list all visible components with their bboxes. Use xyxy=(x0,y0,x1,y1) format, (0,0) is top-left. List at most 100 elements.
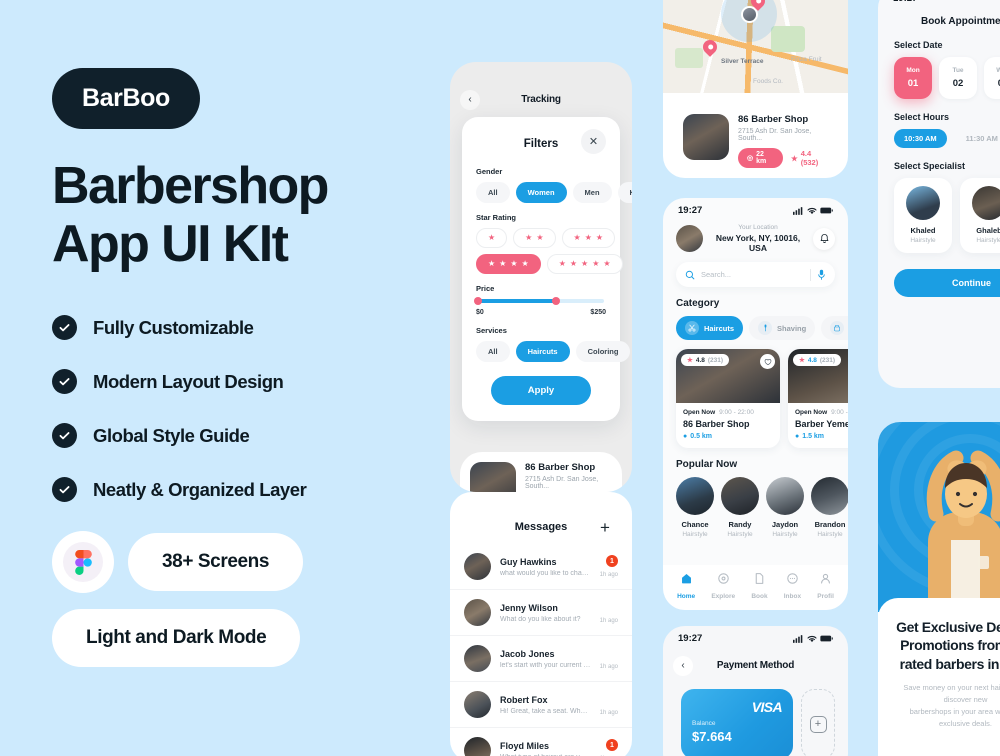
star-icon: ★ xyxy=(536,233,544,242)
tab-book[interactable]: Book xyxy=(751,572,768,600)
map-park xyxy=(675,48,703,68)
back-button[interactable]: ‹ xyxy=(460,89,480,110)
category-chip-haircuts[interactable]: Haircuts xyxy=(676,316,744,340)
date-option-tue[interactable]: Tue 02 xyxy=(939,57,977,99)
plus-icon[interactable]: + xyxy=(592,514,618,540)
unread-placeholder xyxy=(606,601,618,613)
message-preview: Hi! Great, take a seat. What type... xyxy=(500,707,591,715)
chat-icon xyxy=(787,573,798,584)
avatar-photo xyxy=(676,225,703,252)
popular-item[interactable]: Brandon Hairstyle xyxy=(811,477,848,538)
star-chip-2[interactable]: ★ ★ xyxy=(513,228,556,248)
category-chips: Haircuts Shaving Coloring xyxy=(663,316,848,340)
popular-item[interactable]: Chance Hairstyle xyxy=(676,477,714,538)
price-slider-track[interactable] xyxy=(474,297,604,305)
promo-heading-line-3: rated barbers in your xyxy=(899,655,1000,672)
list-item[interactable]: Jenny Wilson What do you like about it? … xyxy=(450,590,632,636)
price-knob-min[interactable] xyxy=(474,297,482,305)
check-icon xyxy=(52,369,77,395)
bell-icon[interactable] xyxy=(813,227,835,250)
gender-chip-women[interactable]: Women xyxy=(515,182,567,203)
home-icon xyxy=(681,574,691,584)
service-chip-haircuts[interactable]: Haircuts xyxy=(515,341,570,362)
add-card-button[interactable]: + xyxy=(801,689,835,756)
contact-name: Guy Hawkins xyxy=(500,556,557,567)
date-option-mon[interactable]: Mon 01 xyxy=(894,57,932,99)
promo-panel: BarBoo Barbershop App UI KIt Fully Custo… xyxy=(52,68,432,668)
visa-card[interactable]: VISA Balance $7.664 xyxy=(681,689,793,756)
popular-item[interactable]: Randy Hairstyle xyxy=(721,477,759,538)
list-item[interactable]: Floyd Miles What type of haircut are you… xyxy=(450,728,632,756)
avatar-photo xyxy=(972,186,1000,220)
barber-name: Brandon xyxy=(814,520,846,529)
open-hours: 9:00 - 22:00 xyxy=(719,409,754,416)
specialist-card[interactable]: Khaled Hairstyle xyxy=(894,178,952,253)
contact-name: Jenny Wilson xyxy=(500,602,558,613)
search-input[interactable]: Search... xyxy=(676,262,835,287)
star-icon: ★ xyxy=(592,259,600,268)
messages-phone: Messages + Guy Hawkins what would you li… xyxy=(450,492,632,756)
shop-tile[interactable]: ★ 4.8 (231) Open Now 9:00 - 22:00 Barber… xyxy=(788,349,848,448)
shop-tile[interactable]: ★ 4.8 (231) Open Now 9:00 - 22:00 86 Bar… xyxy=(676,349,780,448)
signal-icon xyxy=(793,206,803,215)
star-line-lower: ★ ★ ★ ★ ★ ★ ★ ★ ★ xyxy=(476,254,623,274)
shop-meta: ◎ 22 km ★ 4.4 (532) xyxy=(738,148,828,168)
tab-explore[interactable]: Explore xyxy=(711,572,735,600)
map-pin-icon: ● xyxy=(795,433,800,440)
hours-picker: 10:30 AM 11:30 AM xyxy=(878,129,1000,148)
category-chip-shaving[interactable]: Shaving xyxy=(749,316,816,340)
tracking-shop-card[interactable]: 86 Barber Shop 2715 Ash Dr. San Jose, So… xyxy=(460,452,622,492)
tab-home[interactable]: Home xyxy=(677,572,695,600)
apply-button[interactable]: Apply xyxy=(491,376,591,405)
back-button[interactable]: ‹ xyxy=(673,655,693,676)
specialist-card[interactable]: Ghaleb Hairstyle xyxy=(960,178,1000,253)
list-item[interactable]: Jacob Jones let's start with your curren… xyxy=(450,636,632,682)
gender-chip-all[interactable]: All xyxy=(476,182,510,203)
category-chip-coloring[interactable]: Coloring xyxy=(821,316,848,340)
star-chip-3[interactable]: ★ ★ ★ xyxy=(561,228,616,248)
heart-icon[interactable] xyxy=(760,354,775,369)
distance-label: 1.5 km xyxy=(802,433,825,440)
popular-item[interactable]: Jaydon Hairstyle xyxy=(766,477,804,538)
price-slider[interactable]: $0 $250 xyxy=(474,297,606,316)
shop-address: 2715 Ash Dr. San Jose, South... xyxy=(525,476,599,490)
star-icon: ★ xyxy=(558,259,566,268)
message-meta: 1h ago xyxy=(600,601,618,624)
hour-option-1130[interactable]: 11:30 AM xyxy=(956,129,1000,148)
service-chip-coloring[interactable]: Coloring xyxy=(575,341,631,362)
gender-label: Gender xyxy=(476,167,503,176)
star-icon: ★ xyxy=(521,259,529,268)
close-icon[interactable]: ✕ xyxy=(581,129,606,154)
filters-header: Filters ✕ xyxy=(476,129,606,157)
message-preview: what would you like to change? xyxy=(500,569,591,577)
star-chip-5[interactable]: ★ ★ ★ ★ ★ xyxy=(546,254,623,274)
tab-profile[interactable]: Profil xyxy=(817,572,834,600)
feature-item: Modern Layout Design xyxy=(52,369,432,395)
wifi-icon xyxy=(807,207,817,214)
gender-chip-kids[interactable]: Kids xyxy=(617,182,632,203)
map-view[interactable]: Silver Terrace BAYVIEW DISTRICT Finza Fr… xyxy=(663,0,848,93)
open-status-row: Open Now 9:00 - 22:00 xyxy=(795,409,848,416)
tab-inbox[interactable]: Inbox xyxy=(784,572,801,600)
gender-chip-men[interactable]: Men xyxy=(572,182,612,203)
star-chip-1[interactable]: ★ xyxy=(476,228,508,248)
booking-phone: 19:27 Book Appointment Select Date Mon 0… xyxy=(878,0,1000,388)
price-knob-max[interactable] xyxy=(552,297,561,305)
figma-icon xyxy=(63,542,103,583)
message-meta: 1 1h ago xyxy=(600,739,618,756)
shop-tile-body: Open Now 9:00 - 22:00 Barber Yemeni ● 1.… xyxy=(788,403,848,448)
star-chip-4[interactable]: ★ ★ ★ ★ xyxy=(476,254,541,274)
compass-icon xyxy=(717,573,729,584)
list-item[interactable]: Robert Fox Hi! Great, take a seat. What … xyxy=(450,682,632,728)
date-option-wed[interactable]: Wed 03 xyxy=(984,57,1000,99)
messages-list: Guy Hawkins what would you like to chang… xyxy=(450,544,632,756)
hour-option-1030[interactable]: 10:30 AM xyxy=(894,129,947,148)
continue-button[interactable]: Continue xyxy=(894,269,1000,297)
star-rating-chips: ★ ★ ★ ★ ★ ★ ★ ★ ★ ★ ★ ★ ★ ★ ★ xyxy=(476,228,623,274)
map-shop-card[interactable]: 86 Barber Shop 2715 Ash Dr. San Jose, So… xyxy=(673,104,838,178)
check-icon xyxy=(52,315,77,341)
service-chip-all[interactable]: All xyxy=(476,341,510,362)
avatar[interactable] xyxy=(676,225,703,252)
star-line-upper: ★ ★ ★ ★ ★ ★ xyxy=(476,228,616,248)
list-item[interactable]: Guy Hawkins what would you like to chang… xyxy=(450,544,632,590)
